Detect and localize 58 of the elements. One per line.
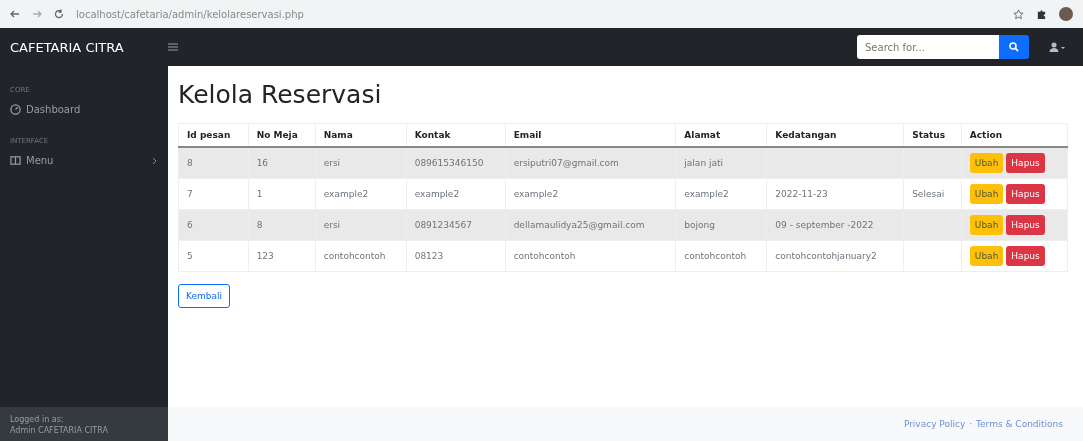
avatar-icon[interactable]	[1059, 7, 1073, 21]
table-cell: 2022-11-23	[766, 178, 904, 210]
logged-in-label: Logged in as:	[10, 415, 65, 424]
user-menu-button[interactable]	[1049, 42, 1065, 52]
table-cell: example2	[406, 178, 506, 210]
gauge-icon	[10, 104, 21, 115]
edit-button[interactable]: Ubah	[969, 246, 1004, 266]
brand-title[interactable]: CAFETARIA CITRA	[0, 39, 168, 55]
table-cell: 0891234567	[406, 209, 506, 241]
footer-link[interactable]: Terms & Conditions	[976, 419, 1063, 429]
separator: ·	[969, 419, 973, 429]
table-cell: 089615346150	[406, 147, 506, 179]
star-icon[interactable]	[1013, 8, 1024, 20]
delete-button[interactable]: Hapus	[1006, 246, 1045, 266]
table-cell: jalan jati	[675, 147, 767, 179]
table-cell: 7	[178, 178, 249, 210]
table-cell: Selesai	[903, 178, 962, 210]
columns-icon	[10, 155, 21, 166]
sidebar-item[interactable]: Dashboard	[10, 102, 158, 117]
delete-button[interactable]: Hapus	[1006, 215, 1045, 235]
table-cell: 8	[178, 147, 249, 179]
back-icon[interactable]	[10, 9, 20, 19]
puzzle-icon[interactable]	[1036, 8, 1047, 20]
table-cell: 123	[248, 240, 316, 272]
table-cell: 8	[248, 209, 316, 241]
table-cell: 09 - september -2022	[766, 209, 904, 241]
delete-button[interactable]: Hapus	[1006, 184, 1045, 204]
table-cell: contohcontoh	[505, 240, 676, 272]
table-cell: 08123	[406, 240, 506, 272]
table-cell: example2	[505, 178, 676, 210]
table-cell: 6	[178, 209, 249, 241]
table-cell: contohcontoh	[675, 240, 767, 272]
search-field[interactable]: Search for...	[857, 35, 999, 59]
table-cell: contohcontoh	[315, 240, 407, 272]
search-icon	[1009, 42, 1019, 52]
edit-button[interactable]: Ubah	[969, 184, 1004, 204]
table-cell: bojong	[675, 209, 767, 241]
search-button[interactable]	[999, 35, 1029, 59]
back-button[interactable]: Kembali	[178, 284, 230, 308]
table-cell: ersi	[315, 209, 407, 241]
user-name: Admin CAFETARIA CITRA	[10, 426, 109, 435]
footer-link[interactable]: Privacy Policy	[903, 419, 966, 429]
table-cell: ersiputri07@gmail.com	[505, 147, 676, 179]
table-cell: ersi	[315, 147, 407, 179]
edit-button[interactable]: Ubah	[969, 215, 1004, 235]
table-cell: dellamaulidya25@gmail.com	[505, 209, 676, 241]
table-cell: 16	[248, 147, 316, 179]
table-cell: 1	[248, 178, 316, 210]
reload-icon[interactable]	[54, 9, 64, 19]
table-cell: example2	[315, 178, 407, 210]
edit-button[interactable]: Ubah	[969, 153, 1004, 173]
table-cell: 5	[178, 240, 249, 272]
sidebar-item[interactable]: Menu	[10, 153, 158, 168]
page-title: Kelola Reservasi	[178, 80, 382, 109]
table-cell: example2	[675, 178, 767, 210]
delete-button[interactable]: Hapus	[1006, 153, 1045, 173]
menu-icon[interactable]	[168, 43, 178, 51]
table-cell: contohcontohjanuary2	[766, 240, 904, 272]
